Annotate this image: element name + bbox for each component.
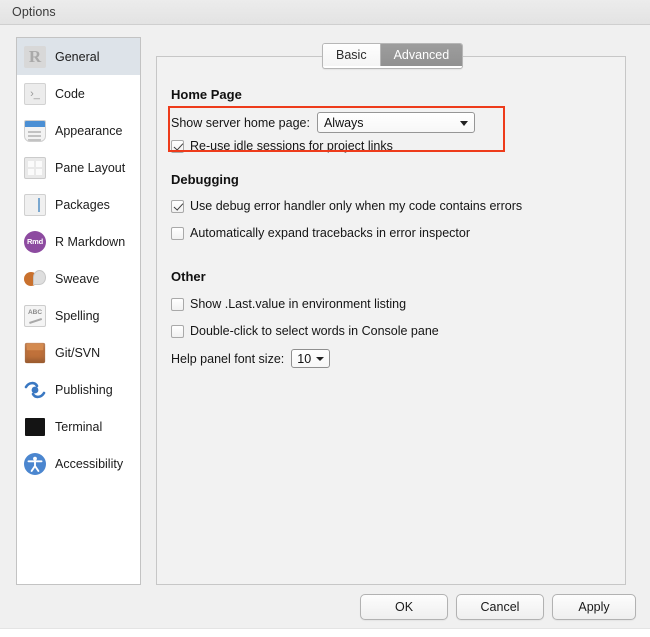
show-server-home-page-select[interactable]: Always xyxy=(316,112,475,133)
sidebar-item-git-svn[interactable]: Git/SVN xyxy=(17,334,140,371)
help-panel-font-size-value: 10 xyxy=(297,351,312,366)
code-icon: ›_ xyxy=(24,82,46,105)
show-server-home-page-label: Show server home page: xyxy=(171,115,310,130)
sidebar-item-label: Code xyxy=(55,86,85,101)
sidebar-item-accessibility[interactable]: Accessibility xyxy=(17,445,140,482)
sidebar-item-label: Packages xyxy=(55,197,110,212)
sidebar-item-general[interactable]: R General xyxy=(17,38,140,75)
home-page-heading: Home Page xyxy=(171,87,242,102)
terminal-icon xyxy=(24,416,46,438)
window-title: Options xyxy=(12,5,56,19)
sweave-icon xyxy=(24,268,46,290)
show-server-home-page-value: Always xyxy=(323,115,364,130)
apply-button[interactable]: Apply xyxy=(552,594,636,620)
git-svn-icon xyxy=(24,342,46,364)
double-click-select-row[interactable]: Double-click to select words in Console … xyxy=(171,324,439,338)
accessibility-icon xyxy=(24,452,46,475)
help-panel-font-size-select[interactable]: 10 xyxy=(291,349,331,368)
use-debug-error-handler-label: Use debug error handler only when my cod… xyxy=(190,199,523,213)
sidebar-item-code[interactable]: ›_ Code xyxy=(17,75,140,112)
use-debug-error-handler-row[interactable]: Use debug error handler only when my cod… xyxy=(171,199,522,213)
sidebar-item-packages[interactable]: Packages xyxy=(17,186,140,223)
settings-panel: Home Page Show server home page: Always … xyxy=(156,56,626,585)
other-heading: Other xyxy=(171,269,206,284)
debugging-heading: Debugging xyxy=(171,172,239,187)
sidebar-item-label: R Markdown xyxy=(55,234,126,249)
settings-tabs[interactable]: Basic Advanced xyxy=(322,43,464,69)
show-last-value-checkbox[interactable] xyxy=(171,297,184,311)
sidebar-item-label: Git/SVN xyxy=(55,345,101,360)
publishing-icon xyxy=(24,379,46,401)
help-panel-font-size-row: Help panel font size: 10 xyxy=(171,349,331,368)
expand-tracebacks-label: Automatically expand tracebacks in error… xyxy=(190,226,470,240)
sidebar-item-r-markdown[interactable]: Rmd R Markdown xyxy=(17,223,140,260)
window-titlebar: Options xyxy=(0,0,650,25)
expand-tracebacks-row[interactable]: Automatically expand tracebacks in error… xyxy=(171,226,470,240)
use-debug-error-handler-checkbox[interactable] xyxy=(171,199,184,213)
sidebar-item-publishing[interactable]: Publishing xyxy=(17,371,140,408)
double-click-select-label: Double-click to select words in Console … xyxy=(190,324,439,338)
sidebar-item-spelling[interactable]: ABC Spelling xyxy=(17,297,140,334)
cancel-button[interactable]: Cancel xyxy=(456,594,544,620)
double-click-select-checkbox[interactable] xyxy=(171,324,184,338)
reuse-idle-sessions-checkbox[interactable] xyxy=(171,139,184,153)
sidebar-item-terminal[interactable]: Terminal xyxy=(17,408,140,445)
tab-basic[interactable]: Basic xyxy=(323,44,380,66)
reuse-idle-sessions-label: Re-use idle sessions for project links xyxy=(190,139,393,153)
r-logo-icon: R xyxy=(24,45,46,68)
tab-advanced[interactable]: Advanced xyxy=(379,44,463,66)
show-last-value-row[interactable]: Show .Last.value in environment listing xyxy=(171,297,406,311)
chevron-down-icon xyxy=(459,120,468,126)
ok-button[interactable]: OK xyxy=(360,594,448,620)
sidebar-item-label: Publishing xyxy=(55,382,113,397)
sidebar-item-label: Terminal xyxy=(55,419,103,434)
show-server-home-page-row: Show server home page: Always xyxy=(171,112,475,133)
show-last-value-label: Show .Last.value in environment listing xyxy=(190,297,407,311)
sidebar-item-label: Pane Layout xyxy=(55,160,126,175)
sidebar-item-label: Accessibility xyxy=(55,456,124,471)
help-panel-font-size-label: Help panel font size: xyxy=(171,351,285,366)
sidebar-item-pane-layout[interactable]: Pane Layout xyxy=(17,149,140,186)
sidebar-item-sweave[interactable]: Sweave xyxy=(17,260,140,297)
sidebar-item-appearance[interactable]: Appearance xyxy=(17,112,140,149)
r-markdown-icon: Rmd xyxy=(24,230,46,253)
appearance-icon xyxy=(24,119,46,142)
sidebar-item-label: Spelling xyxy=(55,308,100,323)
reuse-idle-sessions-row[interactable]: Re-use idle sessions for project links xyxy=(171,139,393,153)
sidebar-item-label: General xyxy=(55,49,100,64)
sidebar-item-label: Appearance xyxy=(55,123,123,138)
spelling-icon: ABC xyxy=(24,304,46,327)
expand-tracebacks-checkbox[interactable] xyxy=(171,226,184,240)
chevron-down-icon xyxy=(316,356,325,361)
options-category-sidebar[interactable]: R General ›_ Code Appearance Pane Layout… xyxy=(16,37,141,585)
packages-icon xyxy=(24,193,46,216)
sidebar-item-label: Sweave xyxy=(55,271,100,286)
options-dialog: Options R General ›_ Code Appearance Pan… xyxy=(0,0,650,637)
pane-layout-icon xyxy=(24,156,46,179)
